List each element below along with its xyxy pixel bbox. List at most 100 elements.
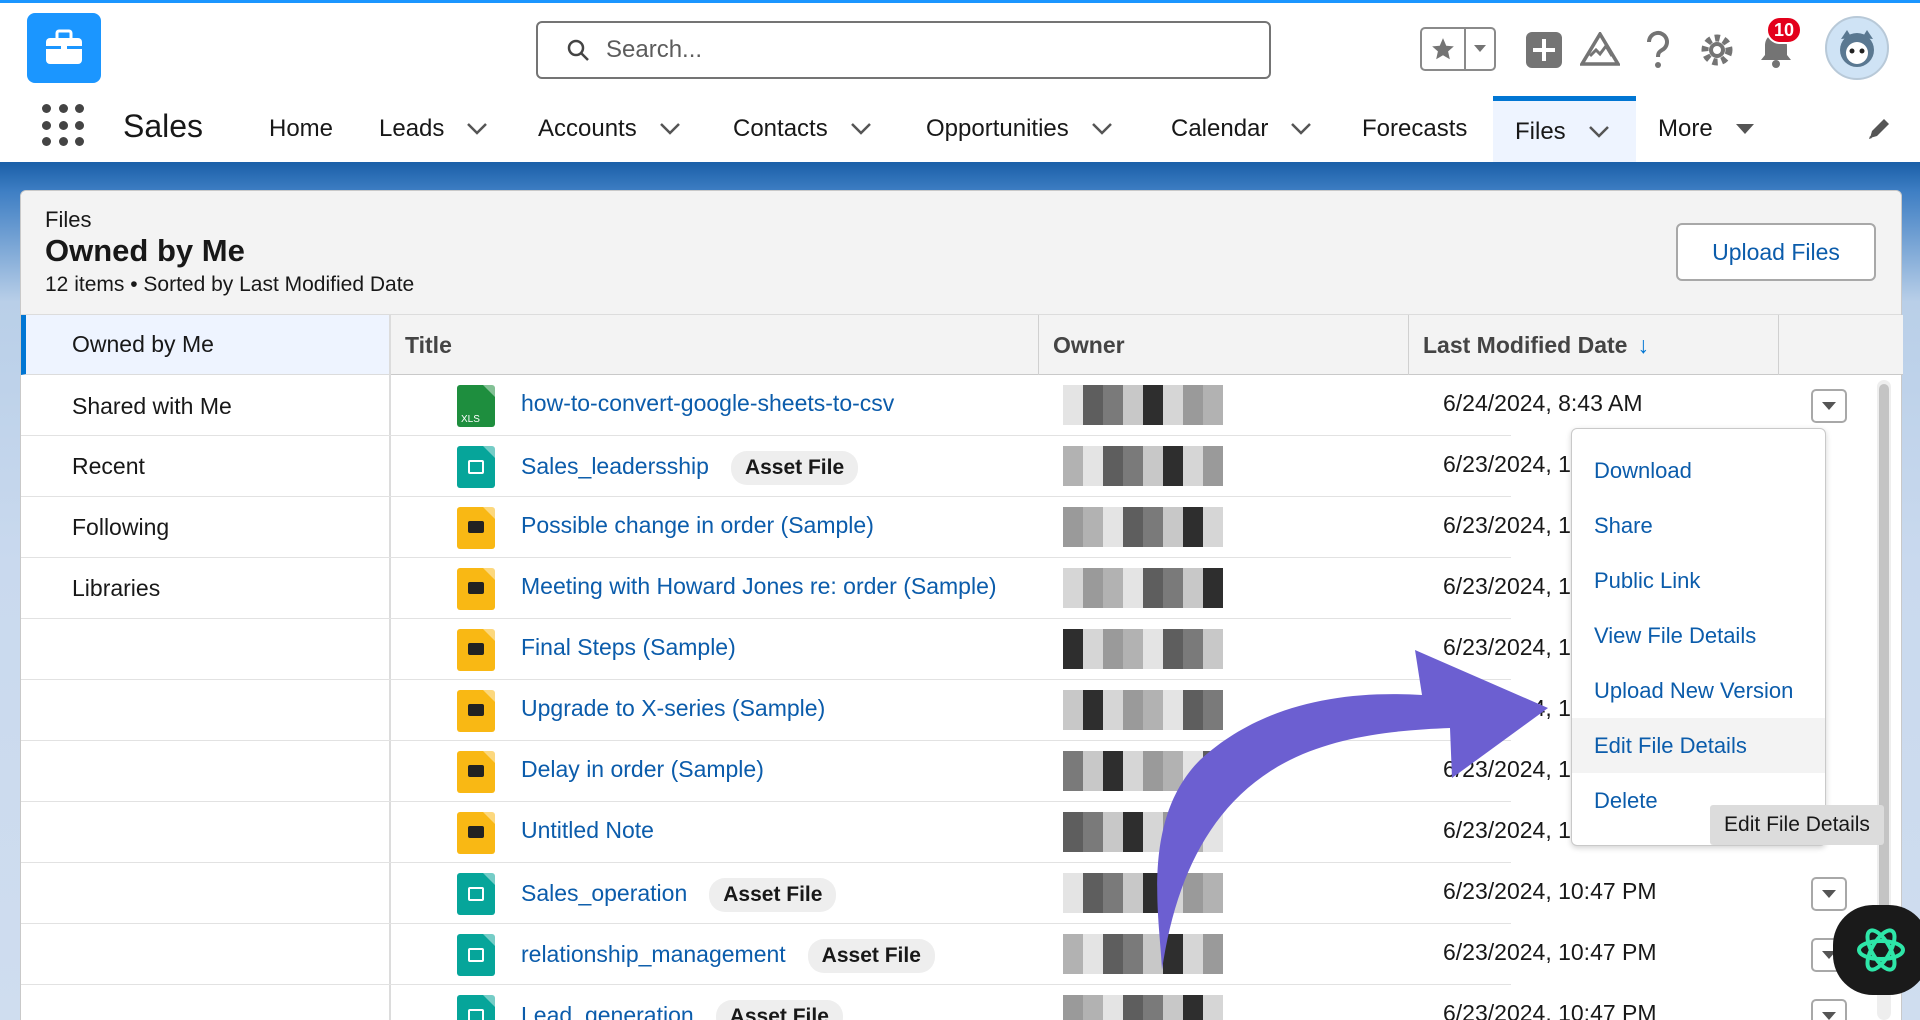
chevron-down-icon[interactable] bbox=[1588, 125, 1610, 139]
image-file-icon bbox=[457, 446, 495, 488]
menu-item-edit-file-details[interactable]: Edit File Details bbox=[1572, 718, 1825, 773]
file-title-link[interactable]: Delay in order (Sample) bbox=[521, 756, 764, 782]
column-label: Last Modified Date bbox=[1423, 331, 1628, 358]
star-icon[interactable] bbox=[1422, 29, 1464, 69]
app-name: Sales bbox=[123, 108, 204, 144]
search-input[interactable]: Search... bbox=[606, 36, 702, 64]
avatar[interactable] bbox=[1825, 16, 1889, 80]
nav-item-label: Opportunities bbox=[926, 115, 1069, 142]
file-title-link[interactable]: Final Steps (Sample) bbox=[521, 634, 736, 660]
menu-item-share[interactable]: Share bbox=[1572, 498, 1825, 553]
image-file-icon bbox=[457, 934, 495, 976]
assistant-launcher-icon[interactable] bbox=[1833, 905, 1920, 995]
chevron-down-icon[interactable] bbox=[659, 122, 681, 136]
file-glyph bbox=[468, 1009, 484, 1020]
table-row[interactable]: Meeting with Howard Jones re: order (Sam… bbox=[21, 558, 1584, 619]
gear-icon[interactable] bbox=[1695, 25, 1739, 75]
xls-label: XLS bbox=[461, 414, 480, 425]
nav-item-label: Accounts bbox=[538, 115, 637, 142]
table-row[interactable]: Upgrade to X-series (Sample) 6/23/2024, 1… bbox=[21, 680, 1584, 741]
menu-item-view-file-details[interactable]: View File Details bbox=[1572, 608, 1825, 663]
edit-nav-pencil-icon[interactable] bbox=[1866, 116, 1892, 147]
app-launcher-icon[interactable] bbox=[42, 104, 86, 148]
asset-file-badge: Asset File bbox=[730, 451, 859, 485]
list-meta: 12 items • Sorted by Last Modified Date bbox=[45, 273, 415, 296]
file-title: Possible change in order (Sample) bbox=[521, 512, 874, 539]
global-search-box[interactable]: Search... bbox=[536, 21, 1271, 79]
app-logo[interactable] bbox=[27, 13, 101, 83]
caret-down-icon[interactable] bbox=[1735, 123, 1755, 135]
last-modified-date: 6/23/2024, 10 bbox=[1443, 451, 1584, 477]
note-file-icon bbox=[457, 568, 495, 610]
file-title-link[interactable]: relationship_management bbox=[521, 941, 786, 967]
last-modified-date: 6/24/2024, 8:43 AM bbox=[1443, 390, 1643, 416]
note-file-icon bbox=[457, 629, 495, 671]
file-glyph bbox=[468, 460, 484, 474]
chevron-down-icon[interactable] bbox=[850, 122, 872, 136]
file-title-link[interactable]: Upgrade to X-series (Sample) bbox=[521, 695, 825, 721]
owner-pixelated-cell bbox=[1063, 558, 1227, 619]
column-label: Title bbox=[405, 331, 452, 358]
file-title-link[interactable]: Sales_operation bbox=[521, 880, 687, 906]
row-actions-button[interactable] bbox=[1811, 389, 1847, 423]
column-header-title[interactable]: Title bbox=[391, 315, 1039, 375]
nav-item-label: Contacts bbox=[733, 115, 828, 142]
global-actions-plus-icon[interactable] bbox=[1522, 25, 1566, 75]
file-title-link[interactable]: Possible change in order (Sample) bbox=[521, 512, 874, 538]
chevron-down-icon[interactable] bbox=[1091, 122, 1113, 136]
menu-item-upload-new-version[interactable]: Upload New Version bbox=[1572, 663, 1825, 718]
nav-item-label: Calendar bbox=[1171, 115, 1269, 142]
file-title-link[interactable]: how-to-convert-google-sheets-to-csv bbox=[521, 390, 894, 416]
table-row[interactable]: Sales_operation Asset File 6/23/2024, 10:4… bbox=[21, 863, 1847, 924]
nav-item-accounts[interactable]: Accounts bbox=[538, 96, 681, 162]
table-row[interactable]: Lead_generation Asset File 6/23/2024, 10:4… bbox=[21, 985, 1847, 1020]
table-row[interactable]: Possible change in order (Sample) 6/23/20… bbox=[21, 497, 1584, 558]
notification-badge: 10 bbox=[1766, 16, 1802, 44]
file-title-link[interactable]: Sales_leadersship bbox=[521, 453, 709, 479]
table-row[interactable]: relationship_management Asset File 6/23/20… bbox=[21, 924, 1847, 985]
file-glyph bbox=[468, 582, 484, 594]
table-row[interactable]: Sales_leadersship Asset File 6/23/2024, 10 bbox=[21, 436, 1584, 497]
file-title: Sales_leadersship Asset File bbox=[521, 451, 859, 485]
help-icon[interactable] bbox=[1636, 25, 1680, 75]
owner-pixelated-cell bbox=[1063, 802, 1227, 863]
last-modified-date: 6/23/2024, 10 bbox=[1443, 756, 1584, 782]
row-actions-button[interactable] bbox=[1811, 999, 1847, 1020]
nav-item-more[interactable]: More bbox=[1658, 96, 1755, 162]
column-header-actions bbox=[1779, 315, 1903, 375]
last-modified-date: 6/23/2024, 10:47 PM bbox=[1443, 939, 1657, 965]
menu-item-public-link[interactable]: Public Link bbox=[1572, 553, 1825, 608]
chevron-down-icon[interactable] bbox=[1290, 122, 1312, 136]
file-title-link[interactable]: Untitled Note bbox=[521, 817, 654, 843]
chevron-down-icon[interactable] bbox=[466, 122, 488, 136]
asset-file-badge: Asset File bbox=[709, 878, 837, 912]
nav-item-home[interactable]: Home bbox=[269, 96, 333, 162]
column-header-owner[interactable]: Owner bbox=[1039, 315, 1409, 375]
note-file-icon bbox=[457, 507, 495, 549]
nav-item-forecasts[interactable]: Forecasts bbox=[1362, 96, 1467, 162]
nav-item-files[interactable]: Files bbox=[1493, 96, 1636, 162]
asset-file-badge: Asset File bbox=[807, 939, 935, 973]
nav-item-calendar[interactable]: Calendar bbox=[1171, 96, 1312, 162]
scrollbar-thumb[interactable] bbox=[1879, 384, 1889, 934]
file-title-link[interactable]: Meeting with Howard Jones re: order (Sam… bbox=[521, 573, 997, 599]
table-row[interactable]: XLS how-to-convert-google-sheets-to-csv 6/… bbox=[21, 375, 1847, 436]
menu-item-download[interactable]: Download bbox=[1572, 443, 1825, 498]
file-title-link[interactable]: Lead_generation bbox=[521, 1002, 694, 1020]
column-header-last-modified[interactable]: Last Modified Date ↓ bbox=[1409, 315, 1779, 375]
table-row[interactable]: Delay in order (Sample) 6/23/2024, 10 bbox=[21, 741, 1584, 802]
upload-files-button[interactable]: Upload Files bbox=[1676, 223, 1876, 281]
nav-item-contacts[interactable]: Contacts bbox=[733, 96, 872, 162]
trailhead-icon[interactable] bbox=[1578, 25, 1622, 75]
sidebar-item-owned-by-me[interactable]: Owned by Me bbox=[21, 315, 389, 375]
note-file-icon bbox=[457, 690, 495, 732]
row-actions-button[interactable] bbox=[1811, 877, 1847, 911]
favorites-dropdown-icon[interactable] bbox=[1464, 29, 1494, 69]
table-row[interactable]: Untitled Note 6/23/2024, 10 bbox=[21, 802, 1584, 863]
nav-item-leads[interactable]: Leads bbox=[379, 96, 488, 162]
nav-item-opportunities[interactable]: Opportunities bbox=[926, 96, 1113, 162]
table-row[interactable]: Final Steps (Sample) 6/23/2024, 10 bbox=[21, 619, 1584, 680]
favorites-control[interactable] bbox=[1420, 27, 1496, 71]
file-title: Lead_generation Asset File bbox=[521, 1000, 843, 1020]
asset-file-badge: Asset File bbox=[715, 1000, 843, 1020]
